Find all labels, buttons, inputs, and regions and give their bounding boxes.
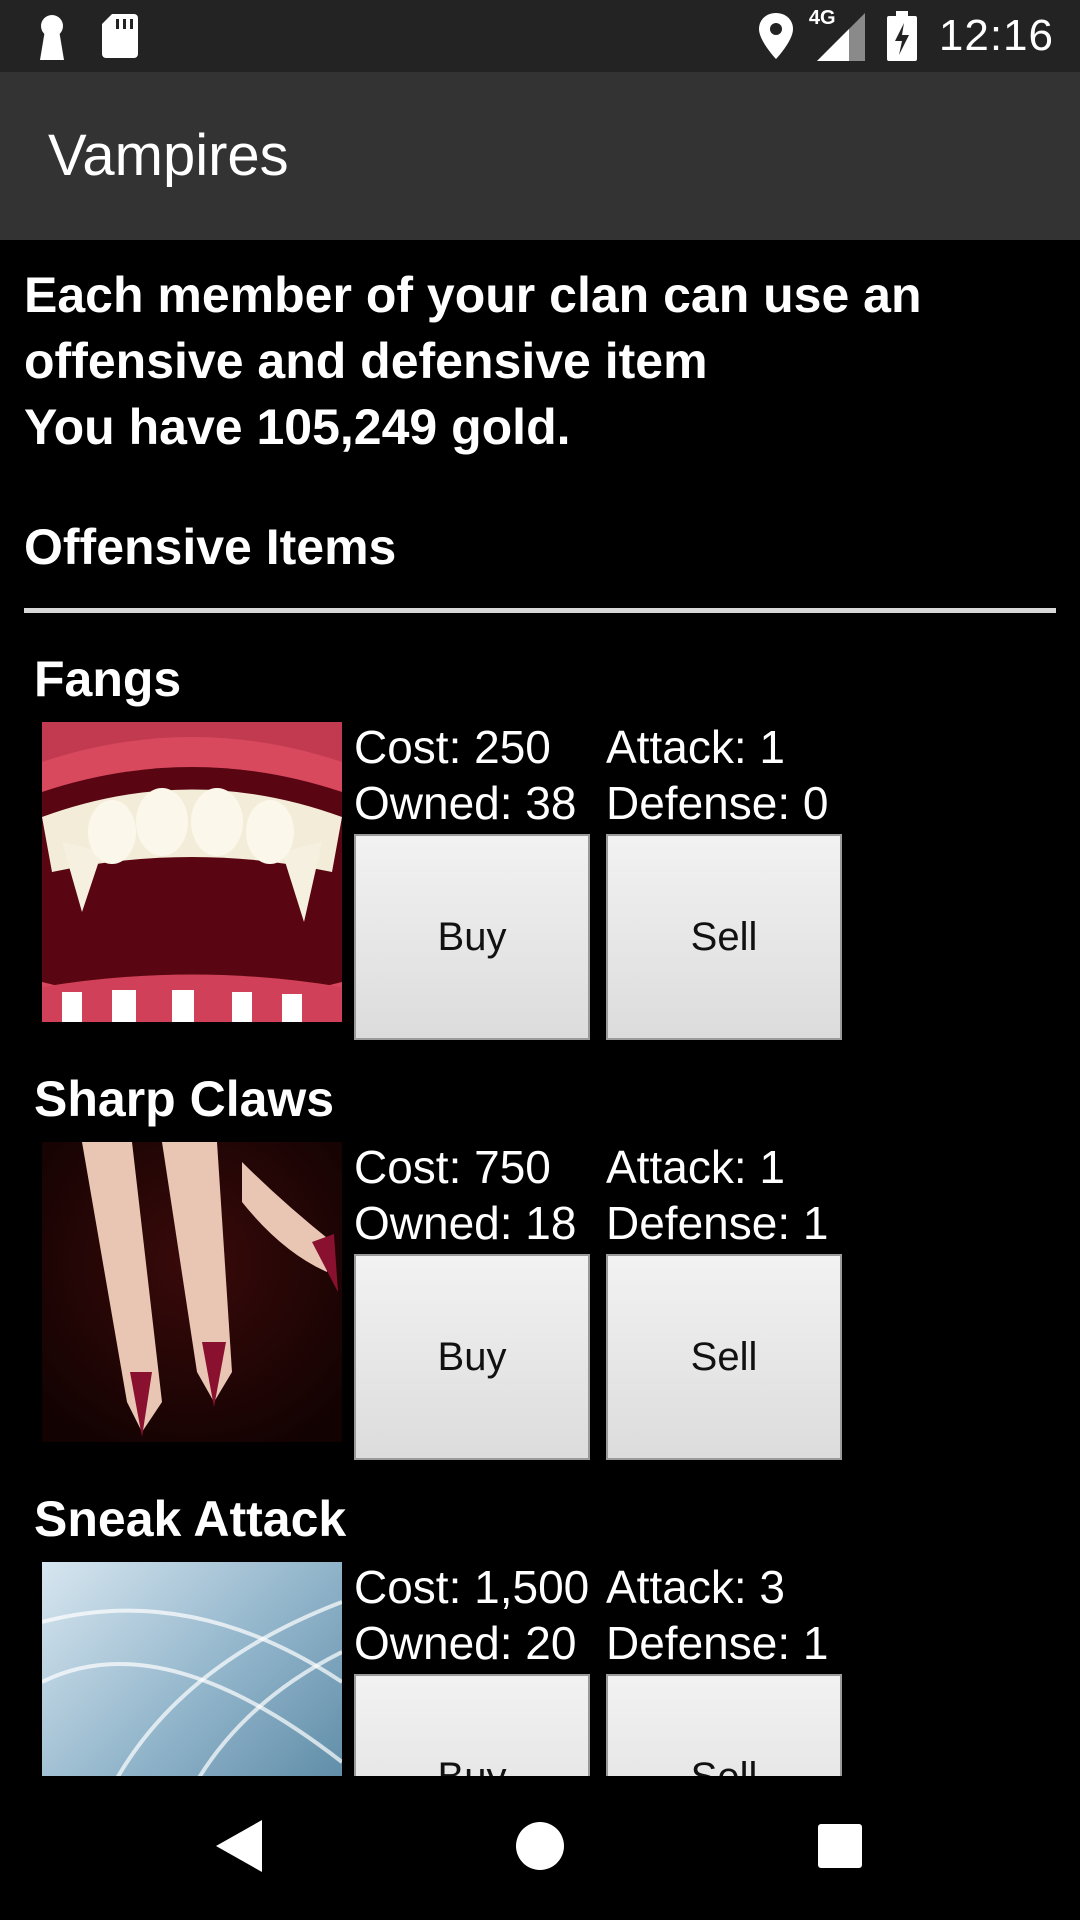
- buy-button[interactable]: Buy: [354, 1674, 590, 1776]
- location-icon: [758, 13, 793, 59]
- battery-icon: [886, 11, 917, 61]
- buy-button[interactable]: Buy: [354, 1254, 590, 1460]
- section-title: Offensive Items: [24, 519, 397, 575]
- fangs-image: [42, 722, 342, 1022]
- sneak-attack-image: [42, 1562, 342, 1776]
- navigation-bar: [0, 1776, 1080, 1920]
- item-attack: Attack: 3: [606, 1561, 785, 1613]
- intro-line-1: Each member of your clan can use an: [24, 267, 922, 323]
- item-attack: Attack: 1: [606, 721, 785, 773]
- keyhole-icon: [40, 15, 64, 60]
- intro-text: Each member of your clan can use an offe…: [24, 262, 1064, 460]
- item-owned: Owned: 38: [354, 777, 577, 829]
- item-attack: Attack: 1: [606, 1141, 785, 1193]
- sell-button[interactable]: Sell: [606, 1674, 842, 1776]
- signal-icon: 4G: [809, 7, 865, 61]
- item-cost: Cost: 1,500: [354, 1561, 590, 1613]
- app-bar: Vampires: [0, 72, 1080, 240]
- status-bar: 4G 12:16: [0, 0, 1080, 72]
- network-type: 4G: [808, 7, 836, 29]
- buy-button[interactable]: Buy: [354, 834, 590, 1040]
- sd-card-icon: [102, 14, 138, 58]
- item-defense: Defense: 1: [606, 1617, 829, 1669]
- item-cost: Cost: 250: [354, 721, 551, 773]
- sell-button[interactable]: Sell: [606, 834, 842, 1040]
- item-owned: Owned: 20: [354, 1617, 577, 1669]
- section-divider: [24, 608, 1056, 613]
- item-defense: Defense: 0: [606, 777, 829, 829]
- shop-content[interactable]: Each member of your clan can use an offe…: [0, 240, 1080, 1776]
- claws-image: [42, 1142, 342, 1442]
- clock: 12:16: [938, 11, 1054, 60]
- home-icon[interactable]: [515, 1821, 565, 1871]
- item-cost: Cost: 750: [354, 1141, 551, 1193]
- recents-icon[interactable]: [818, 1824, 862, 1868]
- item-name: Sharp Claws: [34, 1071, 335, 1127]
- shop-item: Sharp Claws Cost: 750 Attack: 1 Owned: 1…: [0, 1070, 1080, 1490]
- item-name: Fangs: [34, 651, 182, 707]
- item-name: Sneak Attack: [34, 1491, 347, 1547]
- back-icon[interactable]: [216, 1820, 262, 1872]
- sell-button[interactable]: Sell: [606, 1254, 842, 1460]
- app-title: Vampires: [48, 123, 289, 188]
- shop-item: Sneak Attack Cost: 1,500 Attack: 3 Owned…: [0, 1490, 1080, 1776]
- item-owned: Owned: 18: [354, 1197, 577, 1249]
- item-defense: Defense: 1: [606, 1197, 829, 1249]
- intro-line-2: offensive and defensive item: [24, 333, 708, 389]
- shop-item: Fangs Cost: 250 Attack: 1 Owned: 38 Defe…: [0, 650, 1080, 1070]
- gold-balance: You have 105,249 gold.: [24, 399, 571, 455]
